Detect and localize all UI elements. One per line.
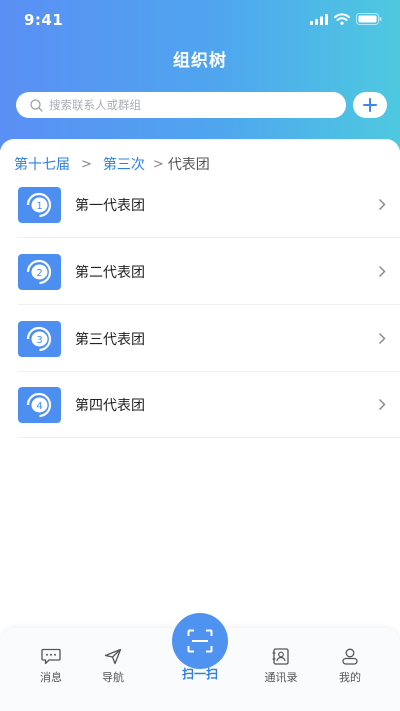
tab-contacts[interactable]: 通讯录 [251, 648, 311, 685]
list-item-delegation-2[interactable]: 2 第二代表团 [18, 238, 400, 305]
list-item-delegation-4[interactable]: 4 第四代表团 [18, 371, 400, 438]
status-time: 9:41 [24, 11, 64, 29]
plus-icon [363, 98, 377, 112]
delegation-icon: 3 [18, 320, 61, 357]
tab-mine[interactable]: 我的 [320, 648, 380, 685]
breadcrumb-separator: > [81, 156, 92, 172]
search-icon [30, 98, 43, 112]
status-bar: 9:41 [0, 0, 400, 40]
page-title: 组织树 [173, 51, 227, 71]
list-item-delegation-1[interactable]: 1 第一代表团 [18, 171, 400, 238]
list-item-delegation-3[interactable]: 3 第三代表团 [18, 305, 400, 372]
add-button[interactable] [353, 92, 387, 118]
item-badge-number: 4 [36, 401, 42, 412]
wifi-icon [334, 13, 350, 25]
scan-button[interactable] [172, 613, 228, 669]
list-item-label: 第四代表团 [75, 397, 145, 414]
item-badge-number: 2 [36, 268, 42, 279]
item-badge-number: 1 [36, 201, 42, 212]
chevron-right-icon [379, 399, 386, 410]
tab-scan-label[interactable]: 扫一扫 [170, 665, 230, 682]
delegation-icon: 2 [18, 253, 61, 290]
search-input[interactable]: 搜索联系人或群组 [16, 92, 346, 118]
battery-icon [356, 13, 382, 25]
paper-plane-icon [104, 648, 122, 665]
chevron-right-icon [379, 333, 386, 344]
tab-contacts-label: 通讯录 [264, 671, 298, 684]
item-badge-number: 3 [36, 335, 42, 346]
status-icons [310, 13, 382, 25]
chat-icon [41, 648, 61, 665]
contact-book-icon [272, 648, 289, 665]
delegation-icon: 1 [18, 186, 61, 223]
list-item-label: 第一代表团 [75, 197, 145, 214]
divider [18, 437, 400, 438]
chevron-right-icon [379, 266, 386, 277]
tab-navigation[interactable]: 导航 [83, 648, 143, 685]
list-item-label: 第三代表团 [75, 331, 145, 348]
scan-icon [187, 629, 213, 653]
chevron-right-icon [379, 199, 386, 210]
delegation-icon: 4 [18, 386, 61, 423]
tab-messages-label: 消息 [40, 671, 62, 684]
tab-messages[interactable]: 消息 [21, 648, 81, 685]
search-placeholder: 搜索联系人或群组 [49, 98, 141, 112]
user-icon [342, 648, 358, 665]
signal-icon [310, 13, 328, 25]
tab-navigation-label: 导航 [102, 671, 124, 684]
list-item-label: 第二代表团 [75, 264, 145, 281]
breadcrumb-separator: > [152, 156, 164, 172]
tab-mine-label: 我的 [339, 671, 361, 684]
